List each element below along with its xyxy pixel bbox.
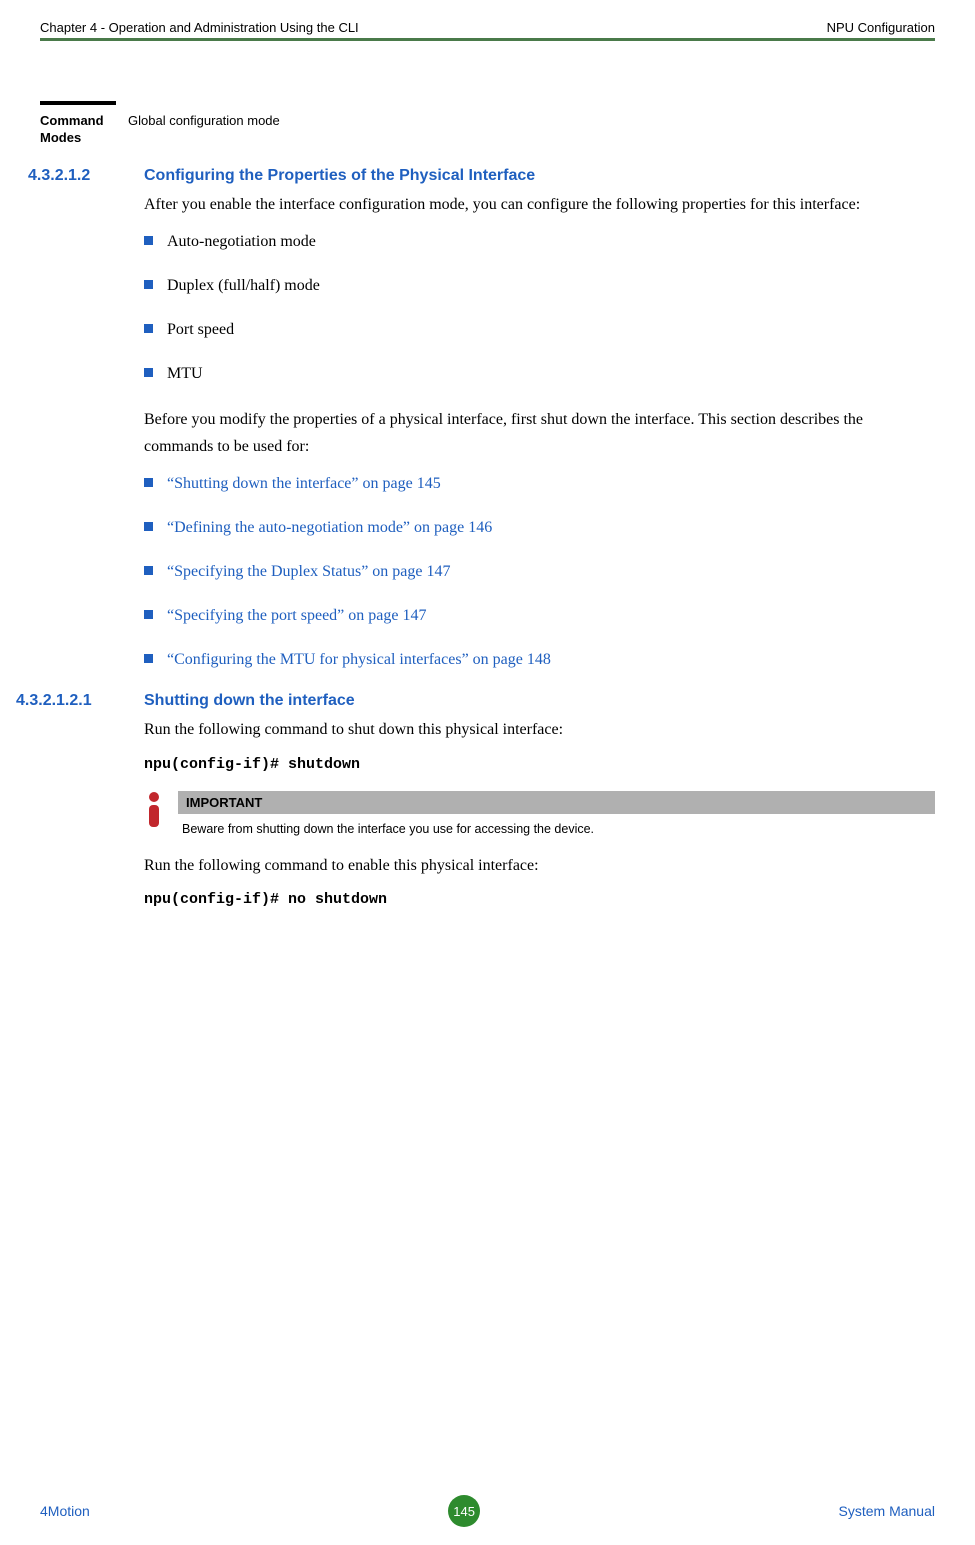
section1-para2: Before you modify the properties of a ph… [144,406,935,460]
header-right: NPU Configuration [827,20,935,35]
list-item: Auto-negotiation mode [144,230,935,254]
section2-para2: Run the following command to enable this… [144,852,935,879]
info-icon [144,791,168,838]
section1-intro: After you enable the interface configura… [144,191,935,218]
section-number: 4.3.2.1.2.1 [16,692,144,710]
square-bullet-icon [144,236,153,245]
important-header: IMPORTANT [178,791,935,814]
xref-link[interactable]: “Shutting down the interface” on page 14… [167,472,441,496]
section-heading-2: 4.3.2.1.2.1 Shutting down the interface [40,692,935,710]
list-item: “Configuring the MTU for physical interf… [144,648,935,672]
square-bullet-icon [144,478,153,487]
bullet-text: Duplex (full/half) mode [167,274,320,298]
bullet-text: Auto-negotiation mode [167,230,316,254]
list-item: MTU [144,362,935,386]
list-item: Duplex (full/half) mode [144,274,935,298]
command-modes-label: Command Modes [40,105,128,147]
list-item: “Defining the auto-negotiation mode” on … [144,516,935,540]
code-block: npu(config-if)# no shutdown [144,891,935,908]
header-divider [40,38,935,41]
list-item: “Shutting down the interface” on page 14… [144,472,935,496]
page-header: Chapter 4 - Operation and Administration… [40,20,935,38]
header-left: Chapter 4 - Operation and Administration… [40,20,359,35]
square-bullet-icon [144,324,153,333]
square-bullet-icon [144,368,153,377]
bullet-text: Port speed [167,318,234,342]
square-bullet-icon [144,522,153,531]
important-text: Beware from shutting down the interface … [178,814,935,838]
square-bullet-icon [144,610,153,619]
square-bullet-icon [144,566,153,575]
footer-page-number: 145 [448,1495,480,1527]
page-footer: 4Motion 145 System Manual [40,1495,935,1527]
command-modes-value: Global configuration mode [128,105,280,128]
section-heading-1: 4.3.2.1.2 Configuring the Properties of … [40,167,935,185]
square-bullet-icon [144,280,153,289]
footer-left: 4Motion [40,1503,90,1519]
code-block: npu(config-if)# shutdown [144,756,935,773]
list-item: Port speed [144,318,935,342]
xref-link[interactable]: “Specifying the Duplex Status” on page 1… [167,560,451,584]
square-bullet-icon [144,654,153,663]
footer-right: System Manual [839,1503,935,1519]
section-title: Configuring the Properties of the Physic… [144,167,535,185]
xref-link[interactable]: “Configuring the MTU for physical interf… [167,648,551,672]
section2-intro: Run the following command to shut down t… [144,716,935,743]
xref-link[interactable]: “Specifying the port speed” on page 147 [167,604,426,628]
list-item: “Specifying the Duplex Status” on page 1… [144,560,935,584]
list-item: “Specifying the port speed” on page 147 [144,604,935,628]
xref-link[interactable]: “Defining the auto-negotiation mode” on … [167,516,492,540]
important-content: IMPORTANT Beware from shutting down the … [178,791,935,838]
section-title: Shutting down the interface [144,692,355,710]
important-callout: IMPORTANT Beware from shutting down the … [144,791,935,838]
command-modes-row: Command Modes Global configuration mode [40,105,935,147]
section-number: 4.3.2.1.2 [28,167,144,185]
bullet-text: MTU [167,362,203,386]
